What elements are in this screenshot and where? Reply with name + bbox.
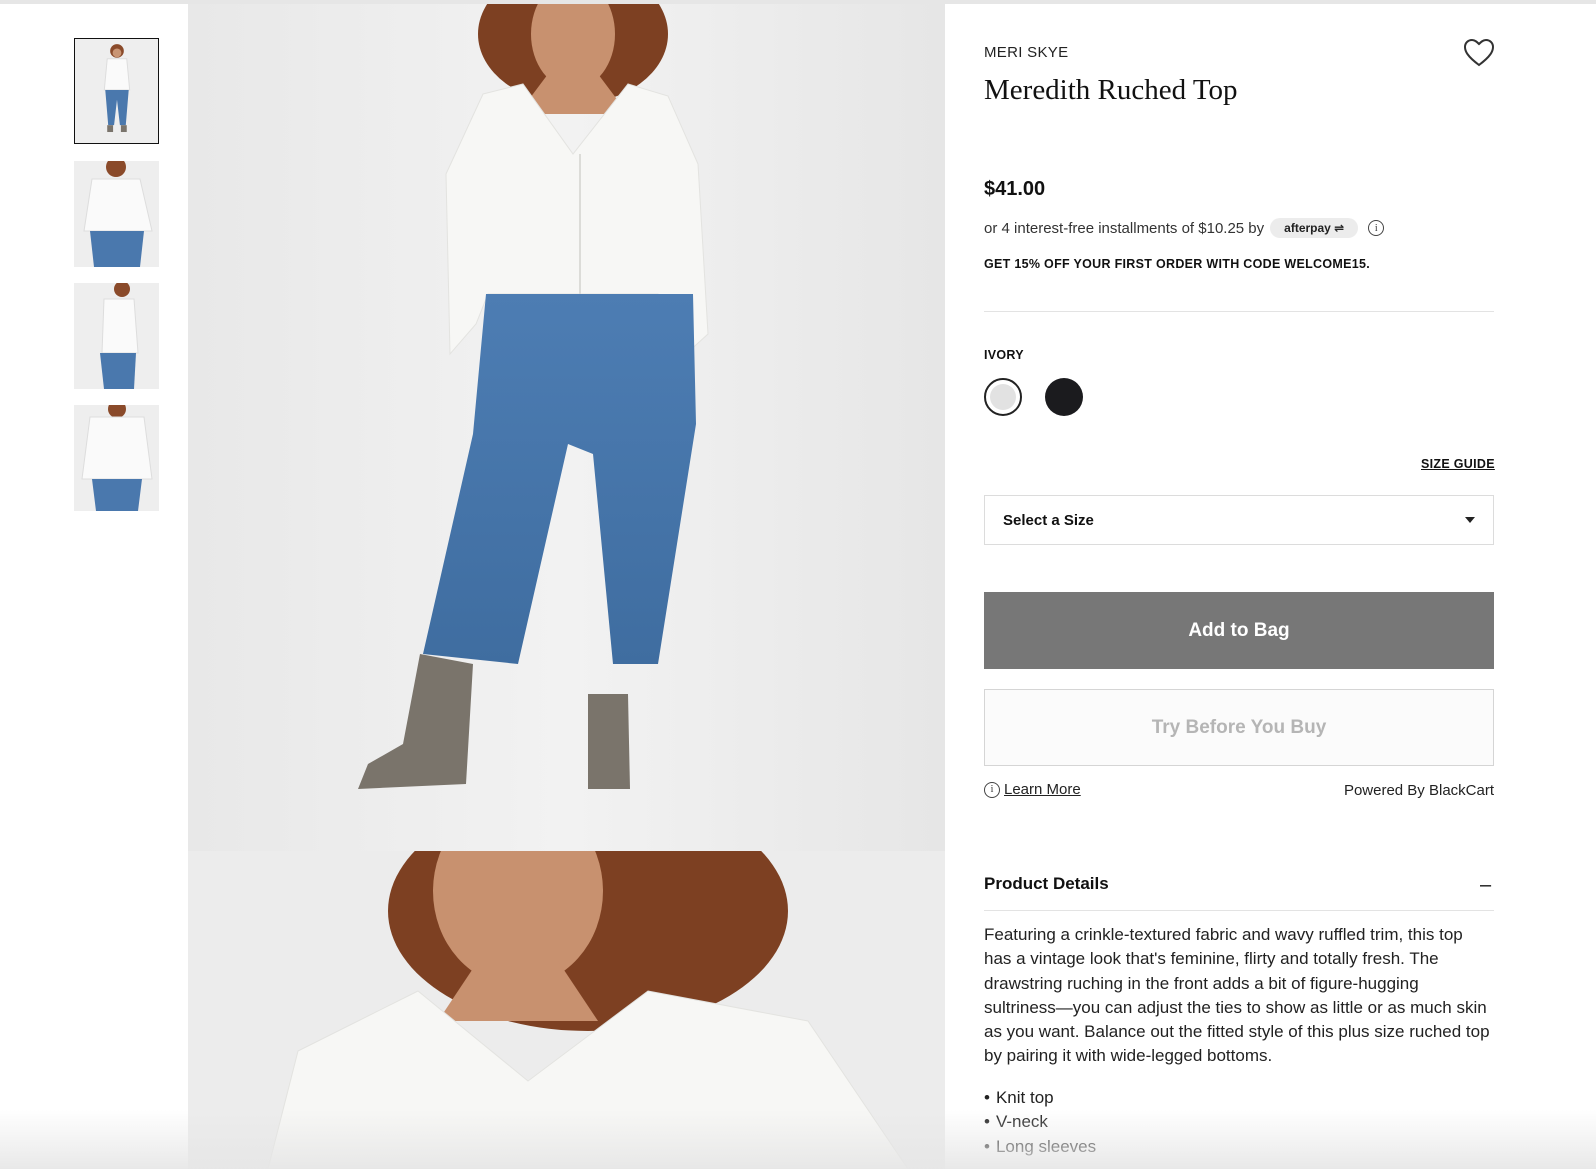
product-photo-full-body: [188, 4, 945, 851]
size-select-label: Select a Size: [1003, 511, 1094, 529]
feature-item: V-neck: [984, 1110, 1096, 1134]
divider: [984, 311, 1494, 312]
try-before-you-buy-button[interactable]: Try Before You Buy: [984, 689, 1494, 766]
thumbnail-image-side: [74, 283, 159, 389]
thumbnail-image-closeup: [74, 161, 159, 267]
info-icon: i: [984, 781, 1000, 798]
promo-banner: GET 15% OFF YOUR FIRST ORDER WITH CODE W…: [984, 257, 1371, 271]
product-photo-closeup: [188, 851, 945, 1169]
caret-down-icon: [1465, 517, 1475, 523]
collapse-toggle[interactable]: –: [1480, 874, 1491, 897]
learn-more-link[interactable]: Learn More: [1004, 781, 1081, 798]
product-image-main[interactable]: [188, 4, 945, 851]
feature-item: Long sleeves: [984, 1135, 1096, 1159]
powered-by-label: Powered By BlackCart: [1343, 782, 1494, 799]
product-features-list: Knit top V-neck Long sleeves: [984, 1086, 1096, 1159]
thumbnail-image-back: [74, 405, 159, 511]
feature-item: Knit top: [984, 1086, 1096, 1110]
installments-text: or 4 interest-free installments of $10.2…: [984, 219, 1265, 237]
info-icon[interactable]: i: [1368, 220, 1385, 236]
heart-icon[interactable]: [1463, 38, 1495, 68]
product-price: $41.00: [984, 178, 1046, 200]
swatch-black[interactable]: [1045, 378, 1083, 416]
afterpay-badge[interactable]: afterpay ⇌: [1270, 218, 1359, 238]
selected-color-label: IVORY: [984, 348, 1024, 362]
size-guide-link[interactable]: SIZE GUIDE: [1421, 457, 1495, 471]
brand-name: MERI SKYE: [984, 44, 1069, 61]
thumbnail-4[interactable]: [74, 405, 159, 511]
afterpay-installments: or 4 interest-free installments of $10.2…: [984, 218, 1385, 238]
product-image-secondary[interactable]: [188, 851, 945, 1169]
thumbnail-3[interactable]: [74, 283, 159, 389]
swatch-ivory[interactable]: [984, 378, 1022, 416]
learn-more: i Learn More: [984, 781, 1081, 798]
product-title: Meredith Ruched Top: [984, 74, 1238, 106]
add-to-bag-button[interactable]: Add to Bag: [984, 592, 1494, 669]
product-details-heading: Product Details: [984, 874, 1109, 893]
thumbnail-1[interactable]: [74, 38, 159, 144]
size-select[interactable]: Select a Size: [984, 495, 1494, 545]
afterpay-label: afterpay: [1284, 221, 1331, 235]
product-description: Featuring a crinkle-textured fabric and …: [984, 925, 1490, 1066]
thumbnail-image-full-front: [75, 39, 158, 143]
divider: [984, 910, 1494, 911]
thumbnail-2[interactable]: [74, 161, 159, 267]
